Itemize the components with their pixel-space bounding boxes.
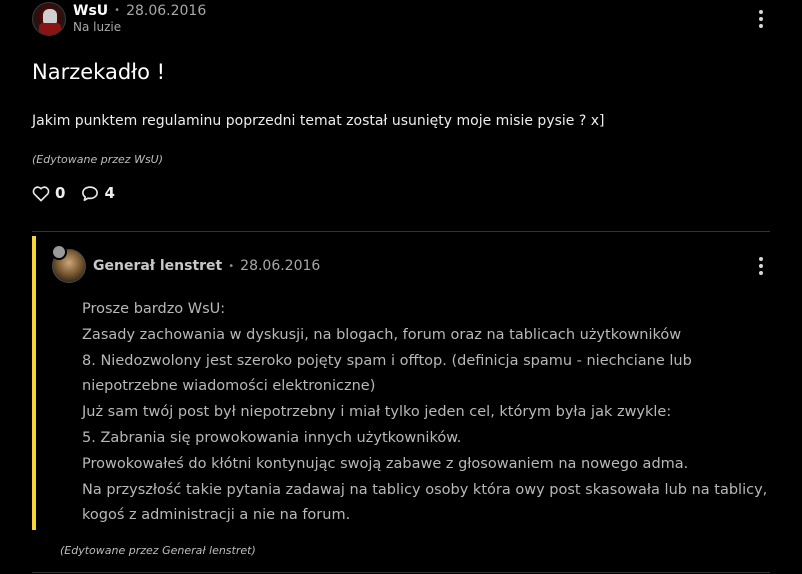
- reply-meta: Generał lenstret • 28.06.2016: [93, 258, 320, 274]
- user-badge-icon: [51, 244, 67, 260]
- reply-line: niepotrzebne wiadomości elektroniczne): [82, 378, 376, 395]
- comment-button[interactable]: 4: [81, 184, 115, 202]
- reply-line: Już sam twój post był niepotrzebny i mia…: [82, 404, 672, 421]
- reply-avatar[interactable]: [51, 244, 86, 283]
- post-header: WsU • 28.06.2016 Na luzie: [32, 1, 206, 37]
- reply-line: Prowokowałeś do kłótni kontynując swoją …: [82, 455, 689, 472]
- reply-line: 8. Niedozwolony jest szeroko pojęty spam…: [82, 352, 692, 369]
- post-meta: WsU • 28.06.2016 Na luzie: [73, 3, 206, 35]
- post-edited-note: (Edytowane przez WsU): [32, 153, 164, 166]
- reply-line: kogoś z administracji a nie na forum.: [82, 507, 351, 524]
- divider: [32, 231, 770, 232]
- reply-highlight-bar: [32, 236, 36, 530]
- reply-author[interactable]: Generał lenstret: [93, 258, 222, 274]
- avatar[interactable]: [32, 2, 66, 36]
- post-body: Jakim punktem regulaminu poprzedni temat…: [32, 113, 605, 129]
- more-vertical-icon: [759, 10, 763, 14]
- reply-line: Prosze bardzo WsU:: [82, 301, 226, 317]
- reply-line: Zasady zachowania w dyskusji, na blogach…: [82, 326, 682, 343]
- more-vertical-icon: [759, 257, 763, 261]
- post-author[interactable]: WsU: [73, 3, 108, 19]
- comment-count: 4: [104, 184, 115, 202]
- reply-line: Na przyszłość takie pytania zadawaj na t…: [82, 481, 768, 498]
- reply-body: Prosze bardzo WsU: Zasady zachowania w d…: [82, 297, 767, 529]
- divider: [32, 572, 770, 573]
- post-title: Narzekadło !: [32, 60, 166, 84]
- post-actions: 0 4: [32, 184, 115, 202]
- heart-icon: [32, 185, 50, 201]
- reply-date: 28.06.2016: [240, 258, 321, 274]
- reply-line: 5. Zabrania się prowokowania innych użyt…: [82, 429, 462, 446]
- meta-separator: •: [114, 5, 121, 16]
- like-button[interactable]: 0: [32, 184, 65, 202]
- post-menu-button[interactable]: [759, 10, 763, 31]
- meta-separator: •: [228, 260, 235, 272]
- like-count: 0: [55, 184, 66, 202]
- reply-header: Generał lenstret • 28.06.2016: [51, 244, 320, 284]
- author-rank: Na luzie: [73, 20, 122, 34]
- reply-edited-note: (Edytowane przez Generał lenstret): [60, 544, 256, 557]
- post-date: 28.06.2016: [126, 3, 207, 19]
- speech-bubble-icon: [82, 185, 99, 201]
- reply-menu-button[interactable]: [759, 257, 763, 278]
